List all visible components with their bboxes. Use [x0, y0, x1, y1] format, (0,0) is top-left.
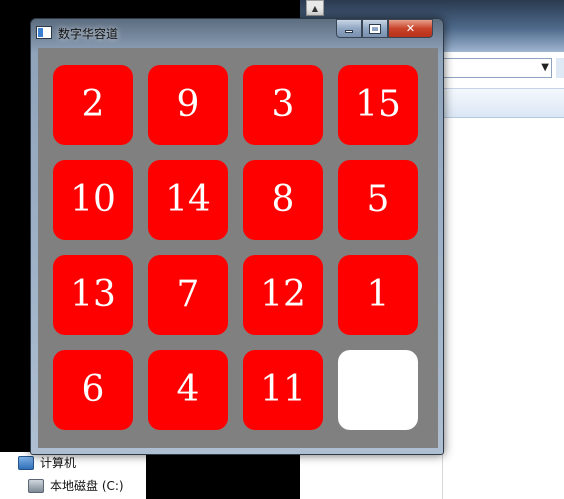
- nav-item-label: 计算机: [40, 456, 77, 470]
- maximize-button[interactable]: [362, 19, 388, 38]
- puzzle-tile[interactable]: 1: [338, 255, 418, 335]
- disk-icon: [28, 478, 44, 493]
- window-title: 数字华容道: [58, 27, 119, 41]
- puzzle-tile[interactable]: 6: [53, 350, 133, 430]
- nav-item-computer[interactable]: 计算机: [18, 454, 76, 471]
- dropdown-arrow-icon[interactable]: ▼: [541, 62, 549, 73]
- puzzle-tile[interactable]: 7: [148, 255, 228, 335]
- puzzle-tile[interactable]: 5: [338, 160, 418, 240]
- puzzle-tile[interactable]: 10: [53, 160, 133, 240]
- navigation-pane: 计算机 本地磁盘 (C:): [0, 452, 146, 499]
- puzzle-tile[interactable]: 14: [148, 160, 228, 240]
- refresh-button[interactable]: [556, 58, 564, 78]
- explorer-toolbar: [440, 88, 564, 118]
- app-icon: [36, 26, 52, 39]
- address-bar[interactable]: ▼: [440, 58, 552, 78]
- close-button[interactable]: ✕: [388, 19, 433, 38]
- close-icon: ✕: [405, 22, 416, 35]
- nav-item-local-disk[interactable]: 本地磁盘 (C:): [28, 477, 124, 494]
- puzzle-tile[interactable]: 9: [148, 65, 228, 145]
- puzzle-tile[interactable]: 11: [243, 350, 323, 430]
- puzzle-tile[interactable]: 13: [53, 255, 133, 335]
- puzzle-tile[interactable]: 4: [148, 350, 228, 430]
- minimize-button[interactable]: [336, 19, 362, 38]
- title-bar[interactable]: 数字华容道 ✕: [31, 19, 443, 47]
- maximize-icon: [369, 23, 381, 34]
- nav-item-label: 本地磁盘 (C:): [50, 479, 124, 493]
- game-window: 数字华容道 ✕ 2 9 3 15 10 14 8 5 13 7 12 1 6 4 11: [30, 18, 444, 455]
- empty-tile[interactable]: [338, 350, 418, 430]
- minimize-icon: [345, 30, 353, 33]
- puzzle-tile[interactable]: 2: [53, 65, 133, 145]
- puzzle-tile[interactable]: 15: [338, 65, 418, 145]
- puzzle-tile[interactable]: 8: [243, 160, 323, 240]
- puzzle-tile[interactable]: 12: [243, 255, 323, 335]
- computer-icon: [18, 455, 34, 470]
- puzzle-tile[interactable]: 3: [243, 65, 323, 145]
- scroll-up-arrow-icon[interactable]: ▲: [306, 0, 324, 16]
- puzzle-board: 2 9 3 15 10 14 8 5 13 7 12 1 6 4 11: [38, 48, 438, 448]
